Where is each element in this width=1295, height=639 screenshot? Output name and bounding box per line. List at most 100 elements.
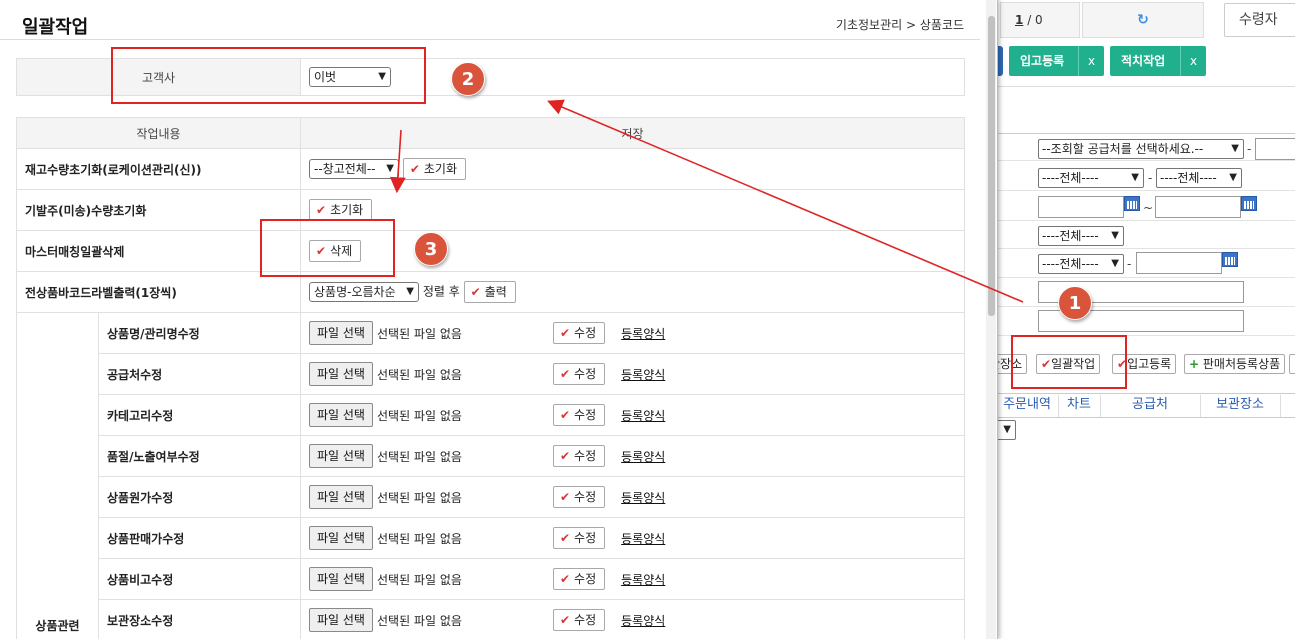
form-download-link[interactable]: 등록양식 bbox=[621, 325, 665, 342]
file-status-text: 선택된 파일 없음 bbox=[376, 613, 462, 628]
upload-row-label: 품절/노출여부수정 bbox=[98, 435, 301, 477]
edit-button[interactable]: ✔ 수정 bbox=[552, 486, 606, 508]
supplier-select[interactable]: --조회할 공급처를 선택하세요.-- ▼ bbox=[1038, 139, 1244, 159]
receiver-button[interactable]: 수령자 bbox=[1224, 3, 1295, 37]
edit-button[interactable]: ✔ 수정 bbox=[552, 363, 606, 385]
dash-text: - bbox=[1127, 257, 1132, 271]
master-delete-label: 마스터매칭일괄삭제 bbox=[16, 230, 301, 272]
filter-select-4[interactable]: ----전체---- ▼ bbox=[1038, 254, 1124, 274]
form-download-link[interactable]: 등록양식 bbox=[621, 571, 665, 588]
tab-inbound[interactable]: 입고등록 x bbox=[1009, 46, 1104, 76]
form-download-link[interactable]: 등록양식 bbox=[621, 530, 665, 547]
form-download-link[interactable]: 등록양식 bbox=[621, 448, 665, 465]
supplier-select-value: --조회할 공급처를 선택하세요.-- bbox=[1042, 142, 1204, 156]
bulk-work-modal: 일괄작업 기초정보관리 > 상품코드 고객사 이벗 ▼ 작업내용 저장 재고수량초… bbox=[0, 0, 998, 639]
button-label: 수정 bbox=[574, 326, 597, 340]
chevron-down-icon: ▼ bbox=[1131, 172, 1139, 183]
sort-select[interactable]: 상품명-오름차순 ▼ bbox=[309, 282, 419, 302]
edit-button[interactable]: ✔ 수정 bbox=[552, 568, 606, 590]
order-reset-button[interactable]: ✔ 초기화 bbox=[309, 199, 373, 221]
form-download-link[interactable]: 등록양식 bbox=[621, 612, 665, 629]
file-select-button[interactable]: 파일 선택 bbox=[309, 403, 373, 427]
edit-button[interactable]: ✔ 수정 bbox=[552, 322, 606, 344]
refresh-icon[interactable]: ↻ bbox=[1082, 2, 1204, 38]
edit-button[interactable]: ✔ 수정 bbox=[552, 404, 606, 426]
stock-reset-cell: --창고전체-- ▼ ✔ 초기화 bbox=[300, 148, 965, 190]
calendar-icon[interactable] bbox=[1124, 196, 1140, 211]
file-select-button[interactable]: 파일 선택 bbox=[309, 526, 373, 550]
column-header[interactable]: 주문내역 bbox=[996, 395, 1058, 417]
file-select-button[interactable]: 파일 선택 bbox=[309, 485, 373, 509]
task-table: 작업내용 저장 재고수량초기화(로케이션관리(신)) --창고전체-- ▼ ✔ 초기… bbox=[16, 117, 965, 639]
pager[interactable]: 1 / 0 bbox=[1000, 2, 1080, 38]
filter-select-3[interactable]: ----전체---- ▼ bbox=[1038, 226, 1124, 246]
edit-button[interactable]: ✔ 수정 bbox=[552, 445, 606, 467]
upload-row-label: 상품원가수정 bbox=[98, 476, 301, 518]
tilde-text: ~ bbox=[1143, 201, 1154, 215]
filter-select-2[interactable]: ----전체---- ▼ bbox=[1156, 168, 1242, 188]
button-label: 수정 bbox=[574, 449, 597, 463]
upload-row-cell: 파일 선택 선택된 파일 없음 ✔ 수정 등록양식 bbox=[300, 353, 965, 395]
button-label: 입고등록 bbox=[1127, 357, 1172, 371]
divider bbox=[996, 417, 1295, 418]
pager-current[interactable]: 1 bbox=[1015, 13, 1023, 27]
file-select-button[interactable]: 파일 선택 bbox=[309, 444, 373, 468]
check-icon: ✔ bbox=[559, 531, 571, 545]
tab-putaway[interactable]: 적치작업 x bbox=[1110, 46, 1206, 76]
upload-row-label: 공급처수정 bbox=[98, 353, 301, 395]
file-status-text: 선택된 파일 없음 bbox=[376, 531, 462, 546]
file-select-button[interactable]: 파일 선택 bbox=[309, 608, 373, 632]
upload-row-cell: 파일 선택 선택된 파일 없음 ✔ 수정 등록양식 bbox=[300, 312, 965, 354]
file-status-text: 선택된 파일 없음 bbox=[376, 326, 462, 341]
divider bbox=[996, 220, 1295, 221]
divider bbox=[996, 190, 1295, 191]
form-download-link[interactable]: 등록양식 bbox=[621, 366, 665, 383]
warehouse-select[interactable]: --창고전체-- ▼ bbox=[309, 159, 399, 179]
annotation-box-3 bbox=[260, 219, 395, 277]
form-download-link[interactable]: 등록양식 bbox=[621, 489, 665, 506]
form-download-link[interactable]: 등록양식 bbox=[621, 407, 665, 424]
filter-select-1[interactable]: ----전체---- ▼ bbox=[1038, 168, 1144, 188]
upload-rows: 상품관련 상품명/관리명수정 파일 선택 선택된 파일 없음 ✔ 수정 등록양식 공급처수정 파… bbox=[16, 312, 965, 639]
button-label: 수정 bbox=[574, 572, 597, 586]
file-select-button[interactable]: 파일 선택 bbox=[309, 321, 373, 345]
sort-select-value: 상품명-오름차순 bbox=[314, 285, 396, 299]
annotation-box-2 bbox=[111, 47, 426, 104]
seller-product-button[interactable]: + 판매처등록상품 bbox=[1184, 354, 1286, 374]
column-header[interactable]: 차트 bbox=[1058, 395, 1100, 417]
check-icon: ✔ bbox=[409, 162, 420, 176]
edit-button[interactable]: ✔ 수정 bbox=[552, 527, 606, 549]
file-select-button[interactable]: 파일 선택 bbox=[309, 567, 373, 591]
upload-row-label: 카테고리수정 bbox=[98, 394, 301, 436]
edit-button[interactable]: ✔ 수정 bbox=[552, 609, 606, 631]
row-select[interactable]: ▼ bbox=[996, 420, 1016, 440]
file-select-button[interactable]: 파일 선택 bbox=[309, 362, 373, 386]
scroll-thumb[interactable] bbox=[988, 16, 995, 316]
calendar-icon[interactable] bbox=[1241, 196, 1257, 211]
date-to-input[interactable] bbox=[1155, 196, 1241, 218]
more-button[interactable] bbox=[1289, 354, 1295, 374]
close-icon[interactable]: x bbox=[1078, 46, 1104, 76]
annotation-badge-1: 1 bbox=[1058, 286, 1092, 320]
barcode-print-button[interactable]: ✔ 출력 bbox=[463, 281, 516, 303]
column-header[interactable]: 보관장소 bbox=[1200, 395, 1280, 417]
stock-reset-button[interactable]: ✔ 초기화 bbox=[402, 158, 467, 180]
upload-row-cell: 파일 선택 선택된 파일 없음 ✔ 수정 등록양식 bbox=[300, 435, 965, 477]
button-label: 수정 bbox=[574, 613, 597, 627]
divider bbox=[996, 86, 1295, 87]
calendar-icon[interactable] bbox=[1222, 252, 1238, 267]
scrollbar[interactable] bbox=[986, 0, 996, 639]
upload-row-label: 상품판매가수정 bbox=[98, 517, 301, 559]
modal-header: 일괄작업 기초정보관리 > 상품코드 bbox=[0, 0, 980, 40]
filter-text-input[interactable] bbox=[1136, 252, 1222, 274]
annotation-box-1 bbox=[1011, 335, 1127, 389]
chevron-down-icon: ▼ bbox=[1003, 424, 1011, 435]
task-header: 작업내용 bbox=[16, 117, 301, 149]
upload-row-cell: 파일 선택 선택된 파일 없음 ✔ 수정 등록양식 bbox=[300, 476, 965, 518]
date-from-input[interactable] bbox=[1038, 196, 1124, 218]
close-icon[interactable]: x bbox=[1180, 46, 1206, 76]
column-header[interactable]: 공급처 bbox=[1100, 395, 1200, 417]
supplier-text-input[interactable] bbox=[1255, 138, 1295, 160]
group-label: 상품관련 bbox=[16, 312, 99, 639]
upload-row: 품절/노출여부수정 파일 선택 선택된 파일 없음 ✔ 수정 등록양식 bbox=[17, 435, 965, 477]
